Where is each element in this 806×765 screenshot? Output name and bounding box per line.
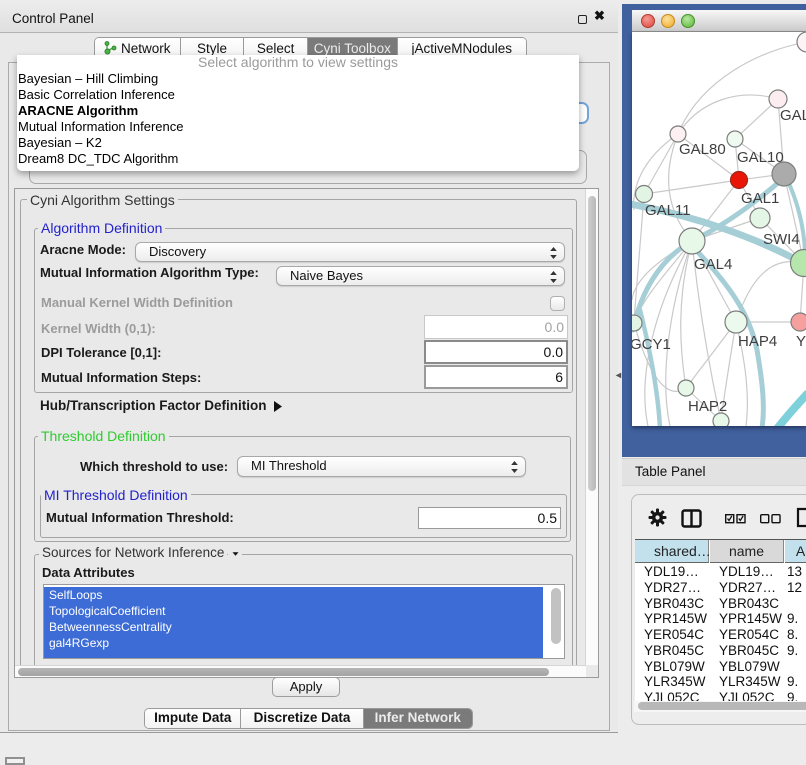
svg-text:GAL80: GAL80 bbox=[679, 141, 726, 158]
svg-text:GAL11: GAL11 bbox=[645, 202, 691, 219]
svg-text:GCY1: GCY1 bbox=[632, 336, 671, 353]
svg-text:SWI4: SWI4 bbox=[763, 231, 800, 248]
svg-text:YB: YB bbox=[796, 333, 806, 350]
svg-text:GAL4: GAL4 bbox=[694, 256, 732, 273]
svg-text:GAL7: GAL7 bbox=[780, 107, 806, 124]
svg-text:GAL10: GAL10 bbox=[737, 149, 784, 166]
svg-text:HAP2: HAP2 bbox=[688, 398, 727, 415]
svg-text:HAP4: HAP4 bbox=[738, 333, 777, 350]
svg-text:GAL1: GAL1 bbox=[741, 190, 779, 207]
